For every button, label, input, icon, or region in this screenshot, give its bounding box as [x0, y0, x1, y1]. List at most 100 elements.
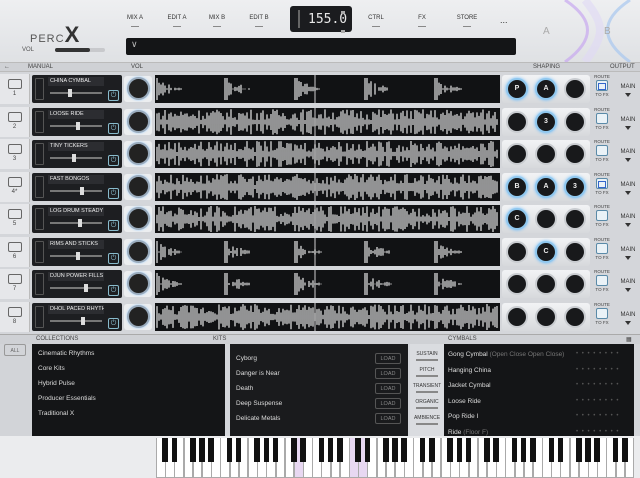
volume-knob[interactable] [124, 141, 152, 167]
black-key[interactable] [327, 438, 334, 462]
filter-slider[interactable]: ORGANIC [410, 399, 444, 409]
route-fx-button[interactable] [596, 177, 608, 189]
output-selector[interactable]: MAIN [616, 107, 640, 137]
kit-item[interactable]: Deep Suspense [236, 400, 282, 407]
track-name[interactable]: LOOSE RIDE [48, 109, 104, 119]
track-fader-handle[interactable] [76, 121, 81, 130]
menu-edit-a[interactable]: EDIT A [157, 15, 197, 27]
track-name[interactable]: DJUN POWER FILLS [48, 272, 104, 281]
shaping-knob[interactable] [564, 273, 586, 295]
preset-selector[interactable]: ∨ [126, 38, 516, 55]
power-icon[interactable]: ⏻ [108, 155, 119, 166]
waveform-display[interactable] [155, 75, 500, 103]
menu-mix-a[interactable]: MIX A [115, 15, 155, 27]
track-fader[interactable] [50, 287, 102, 289]
shaping-knob[interactable] [506, 273, 528, 295]
black-key[interactable] [291, 438, 297, 462]
output-selector[interactable]: MAIN [616, 302, 640, 332]
black-key[interactable] [484, 438, 490, 462]
shaping-knob[interactable]: B [506, 175, 528, 198]
collection-item[interactable]: Traditional X [38, 410, 74, 417]
track-name[interactable]: CHINA CYMBAL [48, 77, 104, 86]
black-key[interactable] [511, 438, 518, 462]
route-fx-button[interactable] [596, 112, 608, 124]
shaping-knob[interactable]: A [535, 175, 557, 198]
shaping-knob[interactable]: C [506, 208, 528, 230]
route-fx-button[interactable] [596, 275, 608, 286]
volume-knob[interactable] [124, 271, 152, 297]
black-key[interactable] [548, 438, 554, 462]
track-number[interactable]: 3 [0, 139, 30, 169]
shaping-knob[interactable]: A [535, 78, 557, 100]
track-fader[interactable] [50, 157, 102, 159]
track-number[interactable]: 4* [0, 171, 30, 202]
waveform-display[interactable] [155, 205, 500, 233]
cymbal-item[interactable]: Pop Ride I [448, 413, 478, 420]
volume-knob[interactable] [124, 108, 152, 135]
black-key[interactable] [190, 438, 196, 462]
black-key[interactable] [493, 438, 499, 462]
back-arrow-icon[interactable]: ← [4, 64, 10, 70]
ab-b-button[interactable]: B [604, 26, 611, 37]
load-button[interactable]: LOAD [375, 413, 401, 424]
volume-knob[interactable] [124, 303, 152, 330]
black-key[interactable] [557, 438, 564, 462]
power-icon[interactable]: ⏻ [108, 220, 119, 231]
track-number[interactable]: 8 [0, 301, 30, 332]
track-name[interactable]: LOG DRUM STEADY [48, 207, 104, 216]
ab-a-button[interactable]: A [543, 26, 550, 37]
track-number[interactable]: 2 [0, 106, 30, 137]
black-key[interactable] [199, 438, 205, 462]
mute-solo-toggle[interactable] [35, 273, 44, 295]
black-key[interactable] [612, 438, 619, 462]
menu-edit-b[interactable]: EDIT B [239, 15, 279, 27]
waveform-display[interactable] [155, 107, 500, 136]
black-key[interactable] [576, 438, 582, 462]
route-fx-button[interactable] [596, 145, 608, 156]
black-key[interactable] [263, 438, 270, 462]
track-fader-handle[interactable] [79, 186, 84, 195]
shaping-knob[interactable]: P [506, 78, 528, 100]
shaping-knob[interactable]: 3 [535, 110, 557, 133]
shaping-knob[interactable] [506, 110, 528, 133]
route-fx-button[interactable] [596, 242, 608, 254]
grid-view-icon[interactable]: ▦ [626, 336, 632, 343]
menu-fx[interactable]: FX [402, 15, 442, 27]
volume-knob[interactable] [124, 173, 152, 200]
filter-slider[interactable]: TRANSIENT [410, 383, 444, 393]
output-selector[interactable]: MAIN [616, 204, 640, 234]
power-icon[interactable]: ⏻ [108, 285, 119, 296]
mute-solo-toggle[interactable] [35, 110, 44, 133]
load-button[interactable]: LOAD [375, 353, 401, 364]
mute-solo-toggle[interactable] [35, 175, 44, 198]
collection-item[interactable]: Hybrid Pulse [38, 380, 75, 387]
black-key[interactable] [465, 438, 472, 462]
all-filter-button[interactable]: ALL [4, 344, 26, 356]
track-fader[interactable] [50, 189, 102, 192]
waveform-display[interactable] [155, 172, 500, 201]
black-key[interactable] [594, 438, 600, 462]
collection-item[interactable]: Core Kits [38, 365, 65, 372]
load-button[interactable]: LOAD [375, 368, 401, 379]
track-number[interactable]: 6 [0, 236, 30, 267]
power-icon[interactable]: ⏻ [108, 122, 119, 134]
black-key[interactable] [585, 438, 591, 462]
output-selector[interactable]: MAIN [616, 172, 640, 202]
kit-item[interactable]: Danger is Near [236, 370, 280, 377]
waveform-display[interactable] [155, 302, 500, 331]
black-key[interactable] [456, 438, 463, 462]
shaping-knob[interactable] [564, 208, 586, 230]
black-key[interactable] [162, 438, 168, 462]
track-fader[interactable] [50, 319, 102, 322]
shaping-knob[interactable]: C [535, 240, 557, 263]
waveform-display[interactable] [155, 140, 500, 168]
power-icon[interactable]: ⏻ [108, 90, 119, 101]
tempo-display[interactable]: 155.0 [290, 6, 352, 33]
black-key[interactable] [300, 438, 306, 462]
track-name[interactable]: FAST BONGOS [48, 174, 104, 184]
mute-solo-toggle[interactable] [35, 208, 44, 230]
shaping-knob[interactable] [506, 143, 528, 165]
mute-solo-toggle[interactable] [35, 143, 44, 165]
cymbal-item[interactable]: Ride (Floor F) [448, 429, 488, 436]
track-fader[interactable] [50, 222, 102, 224]
